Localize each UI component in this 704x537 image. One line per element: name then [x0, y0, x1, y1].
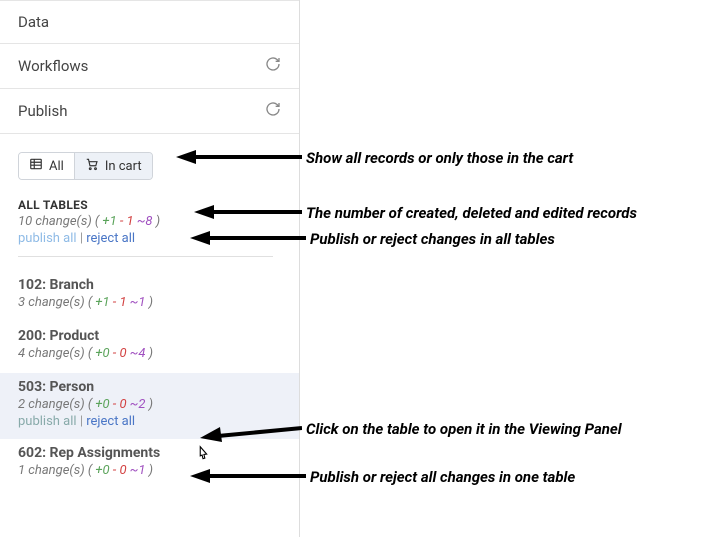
table-summary: 4 change(s) ( +0 - 0 ~4 ) [18, 346, 281, 361]
change-count: 2 change(s) [18, 397, 85, 412]
annotation-text: Publish or reject changes in all tables [310, 230, 555, 248]
arrow-icon [190, 227, 306, 247]
created-count: +1 [95, 295, 109, 310]
filter-all-button[interactable]: All [19, 153, 74, 179]
change-count: 1 change(s) [18, 463, 85, 478]
filter-in-cart-button[interactable]: In cart [74, 153, 152, 179]
deleted-count: - 0 [113, 346, 127, 361]
arrow-icon [194, 202, 302, 222]
nav-workflows[interactable]: Workflows [0, 44, 299, 89]
edited-count: ~8 [137, 214, 153, 229]
annotation-text: Publish or reject all changes in one tab… [310, 468, 575, 486]
table-title: 503: Person [18, 379, 281, 395]
refresh-icon[interactable] [265, 56, 281, 76]
refresh-icon[interactable] [265, 101, 281, 121]
edited-count: ~1 [130, 295, 146, 310]
divider [18, 256, 273, 257]
annotation-text: The number of created, deleted and edite… [306, 204, 637, 222]
annotation-text: Show all records or only those in the ca… [306, 149, 573, 167]
change-count: 3 change(s) [18, 295, 85, 310]
all-tables-count: 10 change(s) [18, 214, 92, 229]
table-summary: 3 change(s) ( +1 - 1 ~1 ) [18, 295, 281, 310]
table-title: 102: Branch [18, 277, 281, 293]
filter-segmented: All In cart [18, 152, 153, 180]
publish-all-link[interactable]: publish all [18, 414, 77, 429]
deleted-count: - 1 [120, 214, 134, 229]
deleted-count: - 1 [113, 295, 127, 310]
deleted-count: - 0 [113, 463, 127, 478]
edited-count: ~1 [130, 463, 146, 478]
edited-count: ~4 [130, 346, 146, 361]
nav-data[interactable]: Data [0, 0, 299, 44]
publish-all-link[interactable]: publish all [18, 231, 77, 246]
deleted-count: - 0 [113, 397, 127, 412]
nav-publish-label: Publish [18, 102, 67, 120]
nav-data-label: Data [18, 13, 49, 31]
table-row[interactable]: 102: Branch 3 change(s) ( +1 - 1 ~1 ) [18, 271, 281, 322]
filter-in-cart-label: In cart [105, 159, 142, 174]
table-summary: 2 change(s) ( +0 - 0 ~2 ) [18, 397, 281, 412]
reject-all-link[interactable]: reject all [86, 414, 135, 429]
created-count: +0 [95, 346, 109, 361]
filter-all-label: All [49, 159, 64, 174]
annotation-text: Click on the table to open it in the Vie… [306, 420, 622, 438]
change-count: 4 change(s) [18, 346, 85, 361]
arrow-icon [200, 420, 302, 444]
nav-workflows-label: Workflows [18, 57, 88, 75]
table-title: 602: Rep Assignments [18, 445, 281, 461]
reject-all-link[interactable]: reject all [86, 231, 135, 246]
cart-icon [85, 157, 99, 175]
created-count: +0 [95, 397, 109, 412]
created-count: +0 [95, 463, 109, 478]
arrow-icon [190, 466, 306, 486]
pointer-cursor-icon [192, 444, 214, 466]
created-count: +1 [102, 214, 116, 229]
list-icon [29, 157, 43, 175]
edited-count: ~2 [130, 397, 146, 412]
arrow-icon [176, 146, 302, 166]
nav-publish[interactable]: Publish [0, 89, 299, 134]
table-row[interactable]: 200: Product 4 change(s) ( +0 - 0 ~4 ) [18, 322, 281, 373]
table-title: 200: Product [18, 328, 281, 344]
